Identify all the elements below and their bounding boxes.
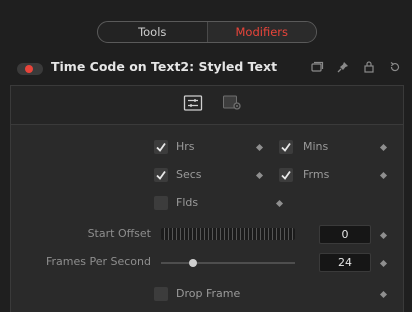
start-offset-thumbwheel[interactable] [161,228,295,240]
flds-checkbox[interactable] [154,196,168,210]
row-secs-frms: Secs Frms [11,164,403,186]
frms-keyframe-icon[interactable] [379,171,388,180]
pin-icon[interactable] [336,60,350,74]
frms-checkbox[interactable] [279,168,293,182]
drop-frame-keyframe-icon[interactable] [379,290,388,299]
drop-frame-checkbox[interactable] [154,287,168,301]
tab-modifiers[interactable]: Modifiers [206,22,316,42]
fps-keyframe-icon[interactable] [379,259,388,268]
hrs-label: Hrs [176,140,195,153]
tool-title: Time Code on Text2: Styled Text [51,59,278,74]
secs-label: Secs [176,168,202,181]
row-flds: Flds [11,192,403,214]
header-icons [310,60,402,74]
panel-tab-switcher: Tools Modifiers [97,21,317,43]
start-offset-keyframe-icon[interactable] [379,231,388,240]
fps-slider-track[interactable] [161,262,295,264]
fps-slider-handle[interactable] [189,259,197,267]
secs-keyframe-icon[interactable] [255,171,264,180]
hrs-checkbox[interactable] [154,140,168,154]
flds-label: Flds [176,196,199,209]
mins-keyframe-icon[interactable] [379,143,388,152]
hrs-keyframe-icon[interactable] [255,143,264,152]
start-offset-label: Start Offset [87,227,151,240]
row-fps: Frames Per Second 24 [11,252,403,274]
fps-field[interactable]: 24 [319,253,371,272]
secs-checkbox[interactable] [154,168,168,182]
row-start-offset: Start Offset 0 [11,224,403,246]
reset-icon[interactable] [388,60,402,74]
inspector-panel: Hrs Mins Secs Frms Flds Start Offset 0 F… [10,85,404,312]
controls-icon[interactable] [183,94,203,112]
mins-checkbox[interactable] [279,140,293,154]
mins-label: Mins [303,140,329,153]
lock-icon[interactable] [362,60,376,74]
start-offset-field[interactable]: 0 [319,225,371,244]
tool-enable-toggle[interactable] [17,63,43,75]
flds-keyframe-icon[interactable] [275,199,284,208]
row-drop-frame: Drop Frame [11,283,403,305]
inspector-tabs [11,86,403,125]
fps-label: Frames Per Second [45,255,151,268]
settings-icon[interactable] [222,94,242,112]
drop-frame-label: Drop Frame [176,287,241,300]
frms-label: Frms [303,168,330,181]
tab-tools[interactable]: Tools [98,22,207,42]
row-hrs-mins: Hrs Mins [11,136,403,158]
toggle-knob [25,65,33,73]
viewer-icon[interactable] [310,60,324,74]
